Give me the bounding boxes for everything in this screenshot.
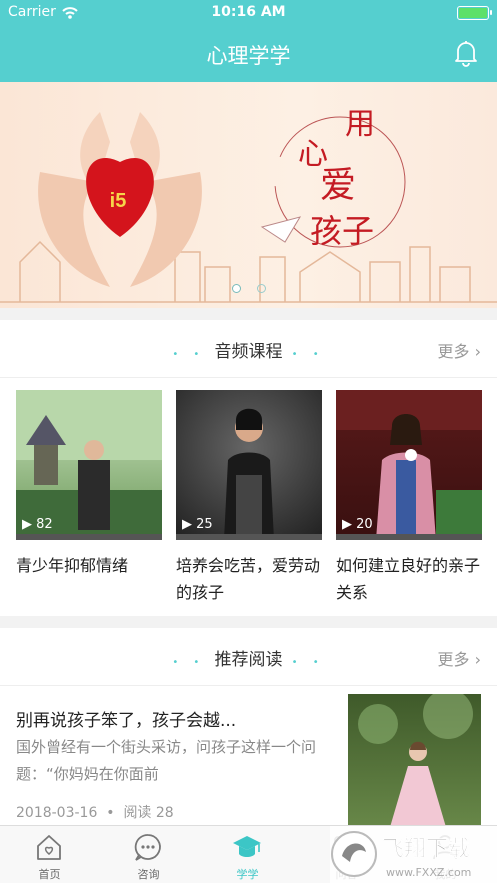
article-title: 别再说孩子笨了，孩子会越... xyxy=(16,711,237,731)
title-deco-left: • • xyxy=(172,349,215,360)
banner-char-3: 爱 xyxy=(320,165,356,206)
chevron-right-icon: › xyxy=(474,342,481,361)
carousel-dot[interactable] xyxy=(231,284,241,293)
course-card[interactable]: ▶ 20 如何建立良好的亲子关系 xyxy=(336,390,482,606)
carousel-dot[interactable] xyxy=(256,284,266,293)
article-meta: 2018-03-16 • 阅读 28 xyxy=(16,805,174,821)
play-count: ▶ 25 xyxy=(182,517,213,532)
tab-study[interactable]: 学学 xyxy=(198,826,297,883)
tab-home[interactable]: 首页 xyxy=(0,826,99,883)
article-thumbnail xyxy=(348,694,481,834)
nav-bar: 心理学学 xyxy=(0,26,497,82)
course-card[interactable]: ▶ 82 青少年抑郁情绪 xyxy=(16,390,162,579)
course-title: 如何建立良好的亲子关系 xyxy=(336,556,481,602)
graduation-cap-icon xyxy=(233,836,261,857)
home-icon xyxy=(37,835,61,860)
article-summary: 国外曾经有一个街头采访，问孩子这样一个问题：“你妈妈在你面前 xyxy=(16,738,317,783)
tab-consult[interactable]: 咨询 xyxy=(99,826,198,883)
watermark-logo: 飞翔下载 www.FXXZ.com xyxy=(331,831,471,879)
title-deco-right: • • xyxy=(282,349,325,360)
more-link[interactable]: 更多 › xyxy=(437,338,481,362)
clock: 10:16 AM xyxy=(211,4,286,20)
chat-icon xyxy=(134,834,161,861)
title-deco-right: • • xyxy=(282,657,325,668)
watermark-text: 飞翔下载 xyxy=(382,836,470,862)
watermark-url: www.FXXZ.com xyxy=(386,866,471,879)
carousel-dots[interactable] xyxy=(0,278,497,297)
section-title: 音频课程 xyxy=(214,342,283,362)
section-header: • • 推荐阅读 • • 更多 › xyxy=(0,628,497,686)
course-thumbnail: ▶ 25 xyxy=(176,390,322,540)
banner-carousel[interactable]: i5 用 心 爱 孩子 xyxy=(0,82,497,308)
tab-label: 咨询 xyxy=(137,868,160,881)
tab-label: 首页 xyxy=(38,868,61,881)
battery-icon xyxy=(457,6,492,20)
watermark: 飞翔下载 www.FXXZ.com xyxy=(330,826,497,883)
reading-section: • • 推荐阅读 • • 更多 › 别再说孩子笨了，孩子会越... 国外曾经有一… xyxy=(0,628,497,834)
tab-label: 学学 xyxy=(236,868,259,881)
section-title: 推荐阅读 xyxy=(214,650,283,670)
banner-char-1: 用 xyxy=(345,107,375,142)
banner-char-4: 孩子 xyxy=(310,212,374,250)
course-title: 青少年抑郁情绪 xyxy=(16,556,129,575)
course-thumbnail: ▶ 20 xyxy=(336,390,482,540)
audio-course-section: • • 音频课程 • • 更多 › ▶ 82 青少年抑郁情绪 ▶ 25 培养会吃… xyxy=(0,320,497,616)
article-reads: 阅读 28 xyxy=(123,805,174,821)
status-bar: Carrier 10:16 AM xyxy=(0,0,497,26)
heart-label: i5 xyxy=(110,190,127,212)
course-card[interactable]: ▶ 25 培养会吃苦，爱劳动的孩子 xyxy=(176,390,322,606)
more-link[interactable]: 更多 › xyxy=(437,646,481,670)
title-deco-left: • • xyxy=(172,657,215,668)
course-title: 培养会吃苦，爱劳动的孩子 xyxy=(176,556,321,602)
play-count: ▶ 82 xyxy=(22,517,53,532)
page-title: 心理学学 xyxy=(206,44,291,68)
play-count: ▶ 20 xyxy=(342,517,373,532)
course-thumbnail: ▶ 82 xyxy=(16,390,162,540)
bell-icon[interactable] xyxy=(451,38,481,68)
chevron-right-icon: › xyxy=(474,650,481,669)
banner-illustration: i5 用 心 爱 孩子 xyxy=(0,107,497,303)
article-date: 2018-03-16 xyxy=(16,805,98,821)
section-header: • • 音频课程 • • 更多 › xyxy=(0,320,497,378)
article-photo xyxy=(358,694,473,834)
